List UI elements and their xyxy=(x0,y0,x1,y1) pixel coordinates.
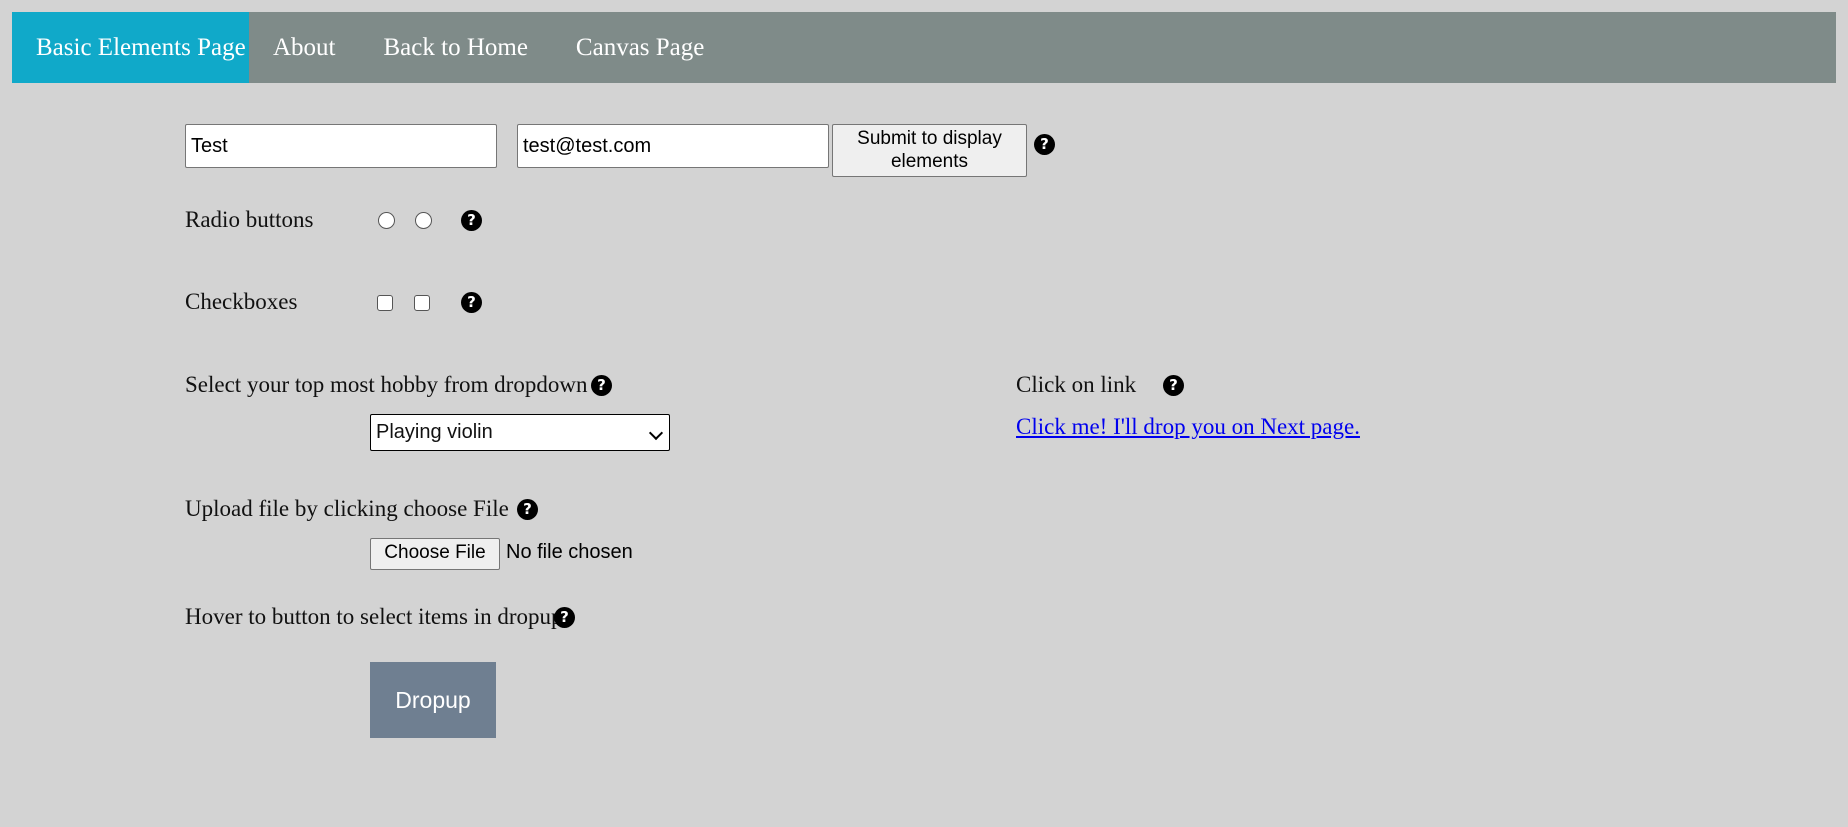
hobby-label: Select your top most hobby from dropdown xyxy=(185,372,588,397)
top-nav: Basic Elements Page About Back to Home C… xyxy=(12,12,1836,83)
chevron-down-icon xyxy=(648,425,664,441)
nav-about[interactable]: About xyxy=(249,12,360,83)
help-icon-hover[interactable]: ? xyxy=(554,607,575,628)
nav-basic-elements-page[interactable]: Basic Elements Page xyxy=(12,12,249,83)
choose-file-button[interactable]: Choose File xyxy=(370,538,500,570)
help-icon-hobby[interactable]: ? xyxy=(591,375,612,396)
upload-label: Upload file by clicking choose File xyxy=(185,496,509,521)
next-page-link[interactable]: Click me! I'll drop you on Next page. xyxy=(1016,414,1360,440)
help-icon-link[interactable]: ? xyxy=(1163,375,1184,396)
help-icon-upload[interactable]: ? xyxy=(517,499,538,520)
nav-canvas-page[interactable]: Canvas Page xyxy=(552,12,728,83)
radio-buttons-label: Radio buttons xyxy=(185,207,314,232)
checkboxes-label: Checkboxes xyxy=(185,289,298,314)
name-input[interactable] xyxy=(185,124,497,168)
help-icon-radio[interactable]: ? xyxy=(461,210,482,231)
dropup-button[interactable]: Dropup xyxy=(370,662,496,738)
checkbox-1[interactable] xyxy=(377,295,393,311)
submit-button[interactable]: Submit to display elements xyxy=(832,124,1027,177)
help-icon-checkbox[interactable]: ? xyxy=(461,292,482,313)
radio-option-1[interactable] xyxy=(378,212,395,229)
radio-option-2[interactable] xyxy=(415,212,432,229)
email-input[interactable] xyxy=(517,124,829,168)
file-status-text: No file chosen xyxy=(506,541,633,563)
click-on-link-label: Click on link xyxy=(1016,372,1137,397)
checkbox-2[interactable] xyxy=(414,295,430,311)
hobby-select[interactable]: Playing violin xyxy=(370,414,670,451)
help-icon-submit[interactable]: ? xyxy=(1034,134,1055,155)
hobby-select-value: Playing violin xyxy=(376,421,493,443)
hover-label: Hover to button to select items in dropu… xyxy=(185,604,563,629)
nav-back-to-home[interactable]: Back to Home xyxy=(360,12,552,83)
